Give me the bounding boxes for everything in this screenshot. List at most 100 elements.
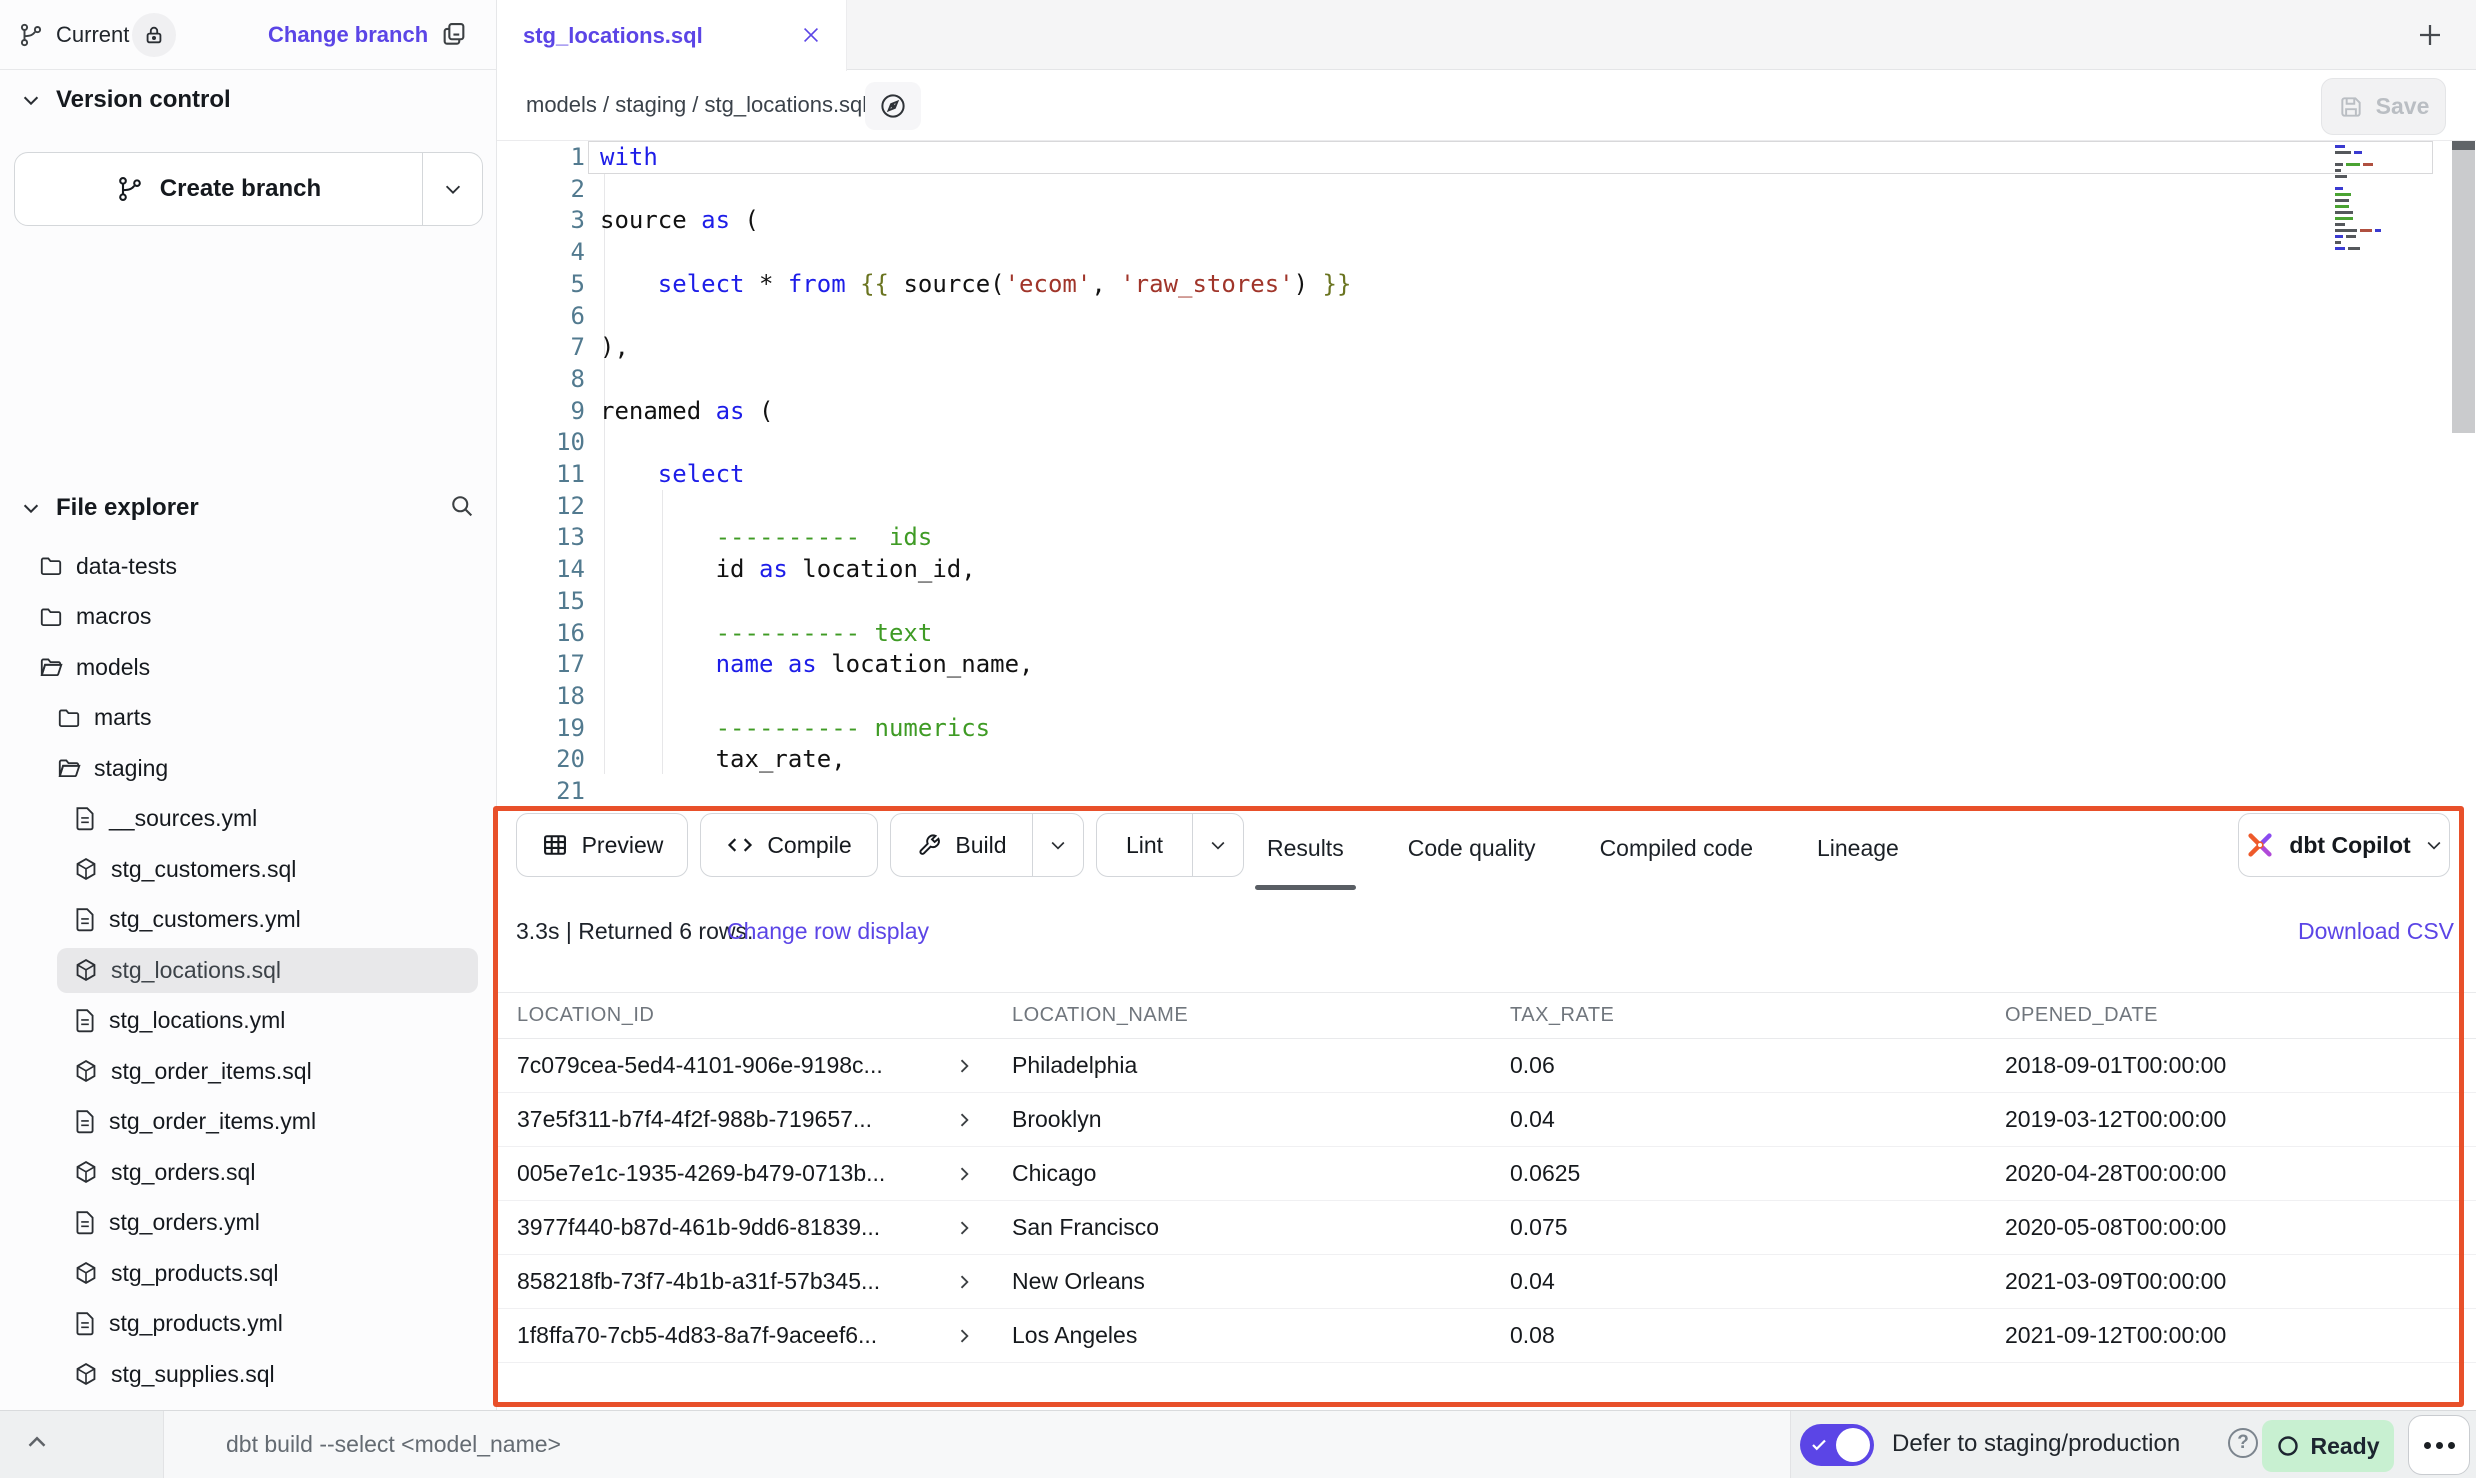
cell-location-name: Philadelphia bbox=[1012, 1052, 1510, 1079]
lint-button[interactable]: Lint bbox=[1096, 813, 1244, 877]
change-row-display-link[interactable]: Change row display bbox=[727, 918, 929, 945]
file-tree-item-stg_order_items.yml[interactable]: stg_order_items.yml bbox=[0, 1097, 496, 1148]
column-header-location_name: LOCATION_NAME bbox=[1012, 1004, 1510, 1027]
build-dropdown[interactable] bbox=[1032, 814, 1083, 876]
file-explorer-section-header[interactable]: File explorer bbox=[20, 494, 199, 522]
tab-stg-locations-sql[interactable]: stg_locations.sql bbox=[497, 0, 847, 71]
results-tab-bar: Results Code quality Compiled code Lineage bbox=[1245, 806, 1903, 890]
code-line-20: tax_rate, bbox=[600, 744, 1351, 776]
status-circle-icon bbox=[2276, 1434, 2300, 1458]
file-tree-item-stg_orders.yml[interactable]: stg_orders.yml bbox=[0, 1198, 496, 1249]
file-tree-item-marts[interactable]: marts bbox=[0, 693, 496, 744]
results-tab-results[interactable]: Results bbox=[1263, 806, 1348, 890]
table-row-brooklyn[interactable]: 37e5f311-b7f4-4f2f-988b-719657...Brookly… bbox=[497, 1093, 2476, 1147]
file-tree-item-stg_customers.yml[interactable]: stg_customers.yml bbox=[0, 895, 496, 946]
breadcrumb[interactable]: models / staging / stg_locations.sql bbox=[526, 92, 867, 118]
file-tree-item-stg_supplies.sql[interactable]: stg_supplies.sql bbox=[0, 1349, 496, 1400]
file-tree-item-stg_order_items.sql[interactable]: stg_order_items.sql bbox=[0, 1046, 496, 1097]
file-tree-item-macros[interactable]: macros bbox=[0, 592, 496, 643]
minimap[interactable] bbox=[2335, 145, 2445, 253]
chevron-up-icon[interactable] bbox=[22, 1427, 52, 1457]
close-tab-icon[interactable] bbox=[800, 24, 822, 46]
code-line-9: renamed as ( bbox=[600, 396, 1351, 428]
file-tree-item-staging[interactable]: staging bbox=[0, 743, 496, 794]
table-row-chicago[interactable]: 005e7e1c-1935-4269-b479-0713b...Chicago0… bbox=[497, 1147, 2476, 1201]
current-branch-label: Current bbox=[56, 22, 129, 48]
editor-scrollbar[interactable] bbox=[2452, 141, 2475, 433]
download-csv-link[interactable]: Download CSV bbox=[2298, 918, 2454, 945]
dbt-copilot-button[interactable]: dbt Copilot bbox=[2238, 813, 2450, 877]
file-tree-item-stg_locations.yml[interactable]: stg_locations.yml bbox=[0, 996, 496, 1047]
cell-location-name: Brooklyn bbox=[1012, 1106, 1510, 1133]
expand-row-icon[interactable] bbox=[954, 1056, 974, 1076]
cell-opened-date: 2020-05-08T00:00:00 bbox=[2005, 1214, 2476, 1241]
file-tree-item-__sources.yml[interactable]: __sources.yml bbox=[0, 794, 496, 845]
help-icon[interactable]: ? bbox=[2228, 1428, 2258, 1458]
results-tab-code-quality[interactable]: Code quality bbox=[1404, 806, 1540, 890]
code-line-12 bbox=[600, 491, 1351, 523]
code-line-5: select * from {{ source('ecom', 'raw_sto… bbox=[600, 269, 1351, 301]
table-row-san-francisco[interactable]: 3977f440-b87d-461b-9dd6-81839...San Fran… bbox=[497, 1201, 2476, 1255]
cell-tax-rate: 0.04 bbox=[1510, 1106, 2005, 1133]
compile-button[interactable]: Compile bbox=[700, 813, 878, 877]
code-editor[interactable]: 123456789101112131415161718192021 with s… bbox=[497, 141, 2476, 806]
file-label: stg_order_items.yml bbox=[109, 1108, 316, 1135]
file-model-icon bbox=[73, 1361, 99, 1387]
new-tab-icon[interactable] bbox=[2415, 20, 2445, 50]
file-yml-icon bbox=[73, 806, 97, 832]
file-tree-item-stg_locations.sql[interactable]: stg_locations.sql bbox=[0, 945, 496, 996]
folder-open-icon bbox=[56, 755, 82, 781]
change-branch-link[interactable]: Change branch bbox=[268, 22, 428, 48]
file-label: stg_locations.yml bbox=[109, 1007, 285, 1034]
copy-branch-icon[interactable] bbox=[440, 20, 468, 48]
query-summary: 3.3s | Returned 6 rows. bbox=[516, 918, 753, 945]
expand-row-icon[interactable] bbox=[954, 1326, 974, 1346]
cell-location-id: 3977f440-b87d-461b-9dd6-81839... bbox=[517, 1214, 1012, 1241]
build-label: Build bbox=[955, 832, 1006, 859]
command-input[interactable]: dbt build --select <model_name> bbox=[163, 1411, 1791, 1478]
chevron-down-icon bbox=[2424, 835, 2444, 855]
version-control-title: Version control bbox=[56, 86, 231, 114]
create-branch-dropdown[interactable] bbox=[423, 153, 482, 225]
file-tree-item-data-tests[interactable]: data-tests bbox=[0, 541, 496, 592]
file-model-icon bbox=[73, 1058, 99, 1084]
file-label: stg_orders.sql bbox=[111, 1159, 255, 1186]
table-row-los-angeles[interactable]: 1f8ffa70-7cb5-4d83-8a7f-9aceef6...Los An… bbox=[497, 1309, 2476, 1363]
lint-dropdown[interactable] bbox=[1192, 814, 1243, 876]
file-model-icon bbox=[73, 957, 99, 983]
code-line-17: name as location_name, bbox=[600, 649, 1351, 681]
toggle-knob bbox=[1836, 1428, 1870, 1462]
preview-button[interactable]: Preview bbox=[516, 813, 688, 877]
ide-status-badge[interactable]: Ready bbox=[2262, 1420, 2394, 1472]
search-icon[interactable] bbox=[448, 492, 476, 520]
results-tab-lineage[interactable]: Lineage bbox=[1813, 806, 1903, 890]
expand-row-icon[interactable] bbox=[954, 1110, 974, 1130]
create-branch-main[interactable]: Create branch bbox=[15, 153, 423, 225]
expand-row-icon[interactable] bbox=[954, 1164, 974, 1184]
file-tree-item-models[interactable]: models bbox=[0, 642, 496, 693]
file-tree-item-stg_orders.sql[interactable]: stg_orders.sql bbox=[0, 1147, 496, 1198]
defer-toggle[interactable] bbox=[1800, 1424, 1874, 1466]
version-control-section-header[interactable]: Version control bbox=[20, 86, 231, 114]
save-button[interactable]: Save bbox=[2321, 78, 2446, 135]
cell-location-id: 37e5f311-b7f4-4f2f-988b-719657... bbox=[517, 1106, 1012, 1133]
file-yml-icon bbox=[73, 1311, 97, 1337]
results-tab-compiled-code[interactable]: Compiled code bbox=[1596, 806, 1757, 890]
chevron-down-icon bbox=[20, 89, 42, 111]
table-row-philadelphia[interactable]: 7c079cea-5ed4-4101-906e-9198c...Philadel… bbox=[497, 1039, 2476, 1093]
table-row-new-orleans[interactable]: 858218fb-73f7-4b1b-a31f-57b345...New Orl… bbox=[497, 1255, 2476, 1309]
file-tree-item-stg_customers.sql[interactable]: stg_customers.sql bbox=[0, 844, 496, 895]
folder-icon bbox=[56, 705, 82, 731]
create-branch-button[interactable]: Create branch bbox=[14, 152, 483, 226]
scrollbar-thumb[interactable] bbox=[2452, 141, 2475, 150]
file-label: stg_products.yml bbox=[109, 1310, 283, 1337]
expand-row-icon[interactable] bbox=[954, 1218, 974, 1238]
file-tree-item-stg_products.sql[interactable]: stg_products.sql bbox=[0, 1248, 496, 1299]
lineage-compass-button[interactable] bbox=[865, 82, 921, 130]
file-tree-item-stg_products.yml[interactable]: stg_products.yml bbox=[0, 1299, 496, 1350]
dbt-copilot-icon bbox=[2244, 829, 2276, 861]
more-options-button[interactable] bbox=[2408, 1415, 2470, 1475]
expand-row-icon[interactable] bbox=[954, 1272, 974, 1292]
folder-icon bbox=[38, 604, 64, 630]
build-button[interactable]: Build bbox=[890, 813, 1084, 877]
